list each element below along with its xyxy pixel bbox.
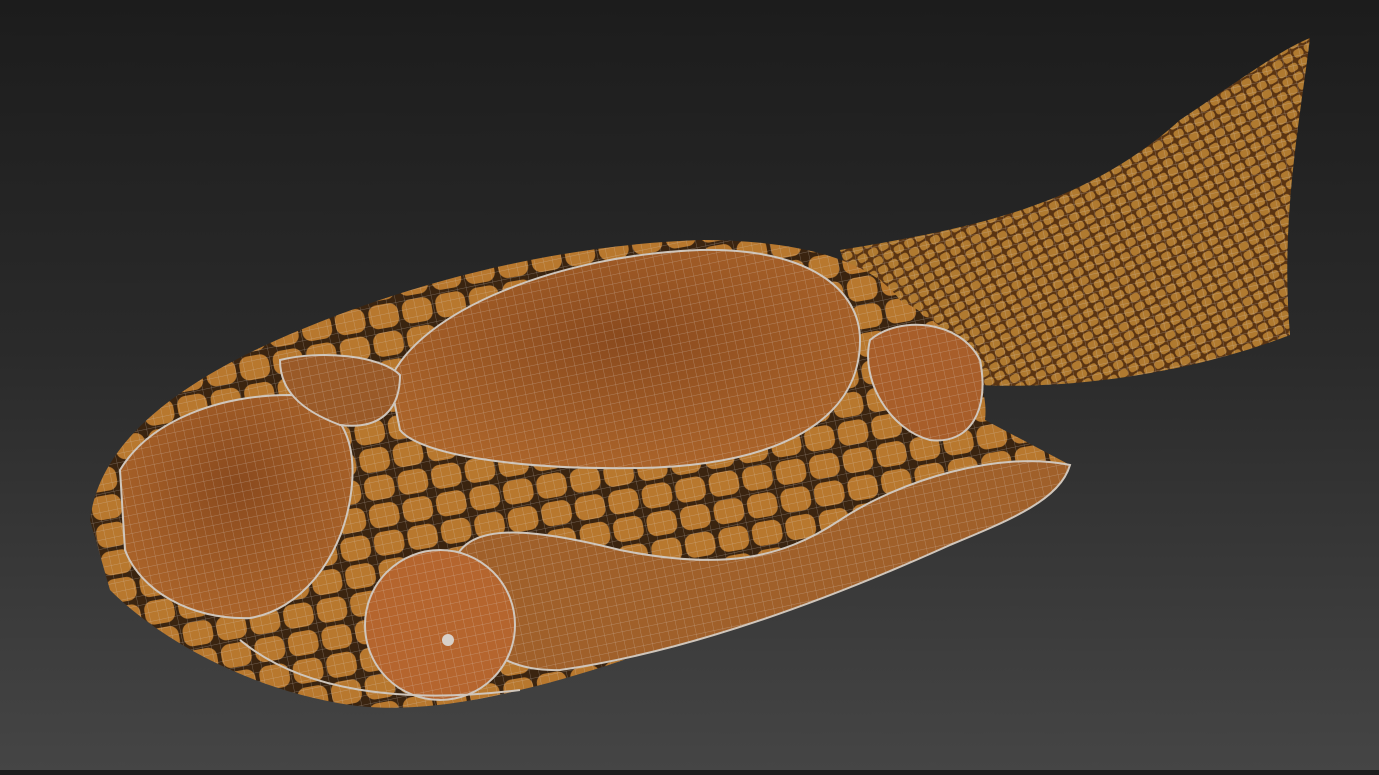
3d-viewport[interactable]: [0, 0, 1379, 770]
cheek-plate: [364, 549, 516, 701]
fish-model: [90, 38, 1310, 708]
eye-icon: [442, 634, 454, 646]
